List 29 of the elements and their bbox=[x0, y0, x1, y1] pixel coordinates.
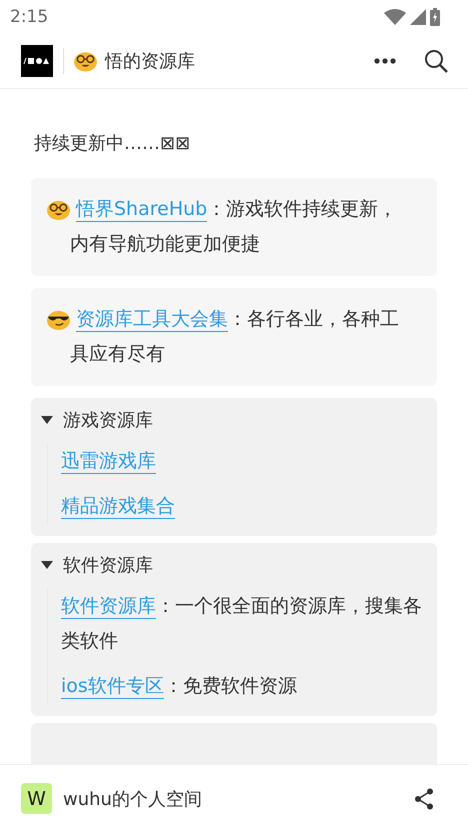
sunglasses-face-icon bbox=[47, 309, 70, 330]
space-name[interactable]: wuhu的个人空间 bbox=[63, 786, 414, 810]
logo-icon bbox=[21, 45, 53, 77]
share-icon[interactable] bbox=[414, 788, 434, 810]
wifi-icon bbox=[384, 9, 406, 25]
status-time: 2:15 bbox=[10, 7, 48, 27]
description-text: 悟界ShareHub：游戏软件持续更新，内有导航功能更加便捷 bbox=[70, 197, 398, 257]
resource-link[interactable]: 悟界ShareHub bbox=[76, 198, 208, 222]
description-text: 资源库工具大会集：各行各业，各种工具应有尽有 bbox=[70, 307, 400, 367]
avatar[interactable]: W bbox=[21, 783, 52, 814]
disclosure-triangle-icon[interactable] bbox=[41, 415, 53, 425]
resource-link[interactable]: 资源库工具大会集 bbox=[76, 308, 228, 332]
nerd-face-icon bbox=[47, 199, 70, 220]
resource-link[interactable]: ios软件专区 bbox=[61, 675, 164, 699]
section-title[interactable]: 游戏资源库 bbox=[63, 408, 153, 432]
search-icon[interactable] bbox=[424, 49, 448, 73]
page-title: 悟的资源库 bbox=[105, 50, 196, 73]
resource-link[interactable]: 精品游戏集合 bbox=[61, 495, 175, 519]
nerd-face-icon bbox=[74, 50, 97, 72]
section-title[interactable]: 软件资源库 bbox=[63, 553, 153, 577]
intro-text: 持续更新中……⊠⊠ bbox=[34, 132, 192, 156]
description-text: 软件资源库：一个很全面的资源库，搜集各类软件 bbox=[61, 594, 423, 654]
resource-link[interactable]: 软件资源库 bbox=[61, 595, 156, 619]
battery-icon bbox=[430, 8, 440, 26]
more-icon[interactable] bbox=[374, 58, 396, 64]
disclosure-triangle-icon[interactable] bbox=[41, 560, 53, 570]
description-text: ios软件专区：免费软件资源 bbox=[61, 674, 298, 701]
signal-icon bbox=[410, 9, 426, 25]
resource-link[interactable]: 迅雷游戏库 bbox=[61, 450, 156, 474]
